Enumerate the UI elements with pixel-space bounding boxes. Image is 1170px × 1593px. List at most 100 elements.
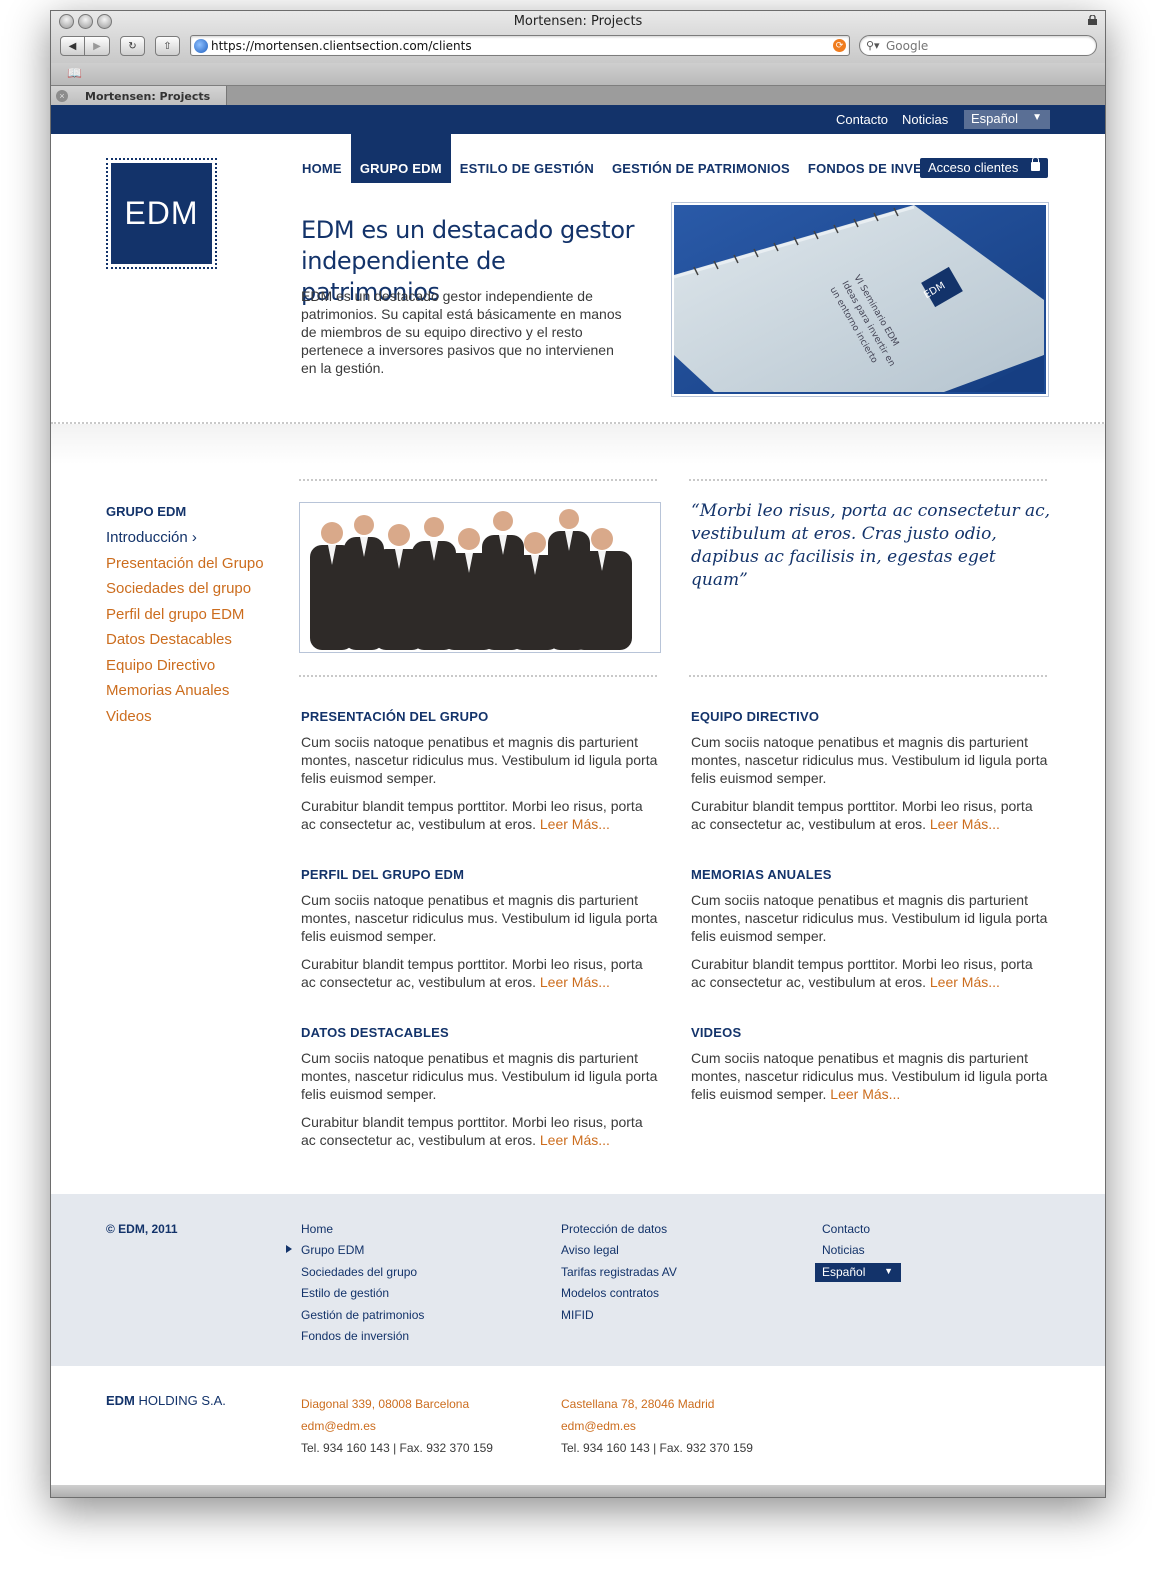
section-paragraph: Cum sociis natoque penatibus et magnis d… bbox=[301, 892, 658, 944]
brochure-illustration: EDM VI Seminario EDM Ideas para invertir… bbox=[674, 205, 1044, 392]
logo-text: EDM bbox=[111, 163, 212, 264]
section-datos: DATOS DESTACABLES Cum sociis natoque pen… bbox=[301, 1025, 661, 1159]
section-paragraph: Cum sociis natoque penatibus et magnis d… bbox=[301, 734, 658, 786]
office-phones: Tel. 934 160 143 | Fax. 932 370 159 bbox=[561, 1441, 753, 1455]
section-memorias: MEMORIAS ANUALES Cum sociis natoque pena… bbox=[691, 867, 1051, 1001]
holding-name: EDM HOLDING S.A. bbox=[106, 1393, 226, 1408]
section-perfil: PERFIL DEL GRUPO EDM Cum sociis natoque … bbox=[301, 867, 661, 1001]
footer-link-proteccion[interactable]: Protección de datos bbox=[561, 1222, 677, 1243]
footer-link-aviso[interactable]: Aviso legal bbox=[561, 1243, 677, 1264]
footer-link-grupo-edm[interactable]: Grupo EDM bbox=[285, 1243, 424, 1264]
bookmarks-bar: 📖 bbox=[51, 63, 1105, 85]
footer-link-mifid[interactable]: MIFID bbox=[561, 1308, 677, 1329]
section-presentacion: PRESENTACIÓN DEL GRUPO Cum sociis natoqu… bbox=[301, 709, 661, 843]
nav-gestion-de-patrimonios[interactable]: GESTIÓN DE PATRIMONIOS bbox=[603, 134, 799, 183]
back-button[interactable]: ◀ bbox=[60, 36, 85, 56]
section-paragraph: Cum sociis natoque penatibus et magnis d… bbox=[301, 1050, 658, 1102]
subnav-item-sociedades[interactable]: Sociedades del grupo bbox=[106, 580, 264, 606]
forward-button[interactable]: ▶ bbox=[85, 36, 110, 56]
section-title: VIDEOS bbox=[691, 1025, 742, 1040]
divider bbox=[689, 675, 1047, 677]
padlock-icon bbox=[1031, 157, 1040, 171]
footer-link-contacto[interactable]: Contacto bbox=[822, 1222, 870, 1243]
main-navigation: HOME GRUPO EDM ESTILO DE GESTIÓN GESTIÓN… bbox=[293, 134, 973, 183]
footer-addresses: EDM HOLDING S.A. Diagonal 339, 08008 Bar… bbox=[51, 1366, 1105, 1497]
office-barcelona: Diagonal 339, 08008 Barcelona edm@edm.es… bbox=[301, 1393, 493, 1459]
topbar-noticias-link[interactable]: Noticias bbox=[902, 112, 948, 127]
language-value: Español bbox=[971, 111, 1018, 126]
footer-link-fondos[interactable]: Fondos de inversión bbox=[301, 1329, 424, 1350]
subnav-title: GRUPO EDM bbox=[106, 504, 187, 519]
browser-tab[interactable]: × Mortensen: Projects bbox=[51, 86, 227, 106]
section-equipo: EQUIPO DIRECTIVO Cum sociis natoque pena… bbox=[691, 709, 1051, 843]
footer-link-tarifas[interactable]: Tarifas registradas AV bbox=[561, 1265, 677, 1286]
section-paragraph: Curabitur blandit tempus porttitor. Morb… bbox=[301, 798, 643, 832]
read-more-link[interactable]: Leer Más... bbox=[830, 1086, 900, 1102]
subnav-item-presentacion[interactable]: Presentación del Grupo bbox=[106, 555, 264, 581]
executive-team-illustration bbox=[310, 509, 632, 650]
shadow-band bbox=[51, 424, 1105, 464]
footer-link-noticias[interactable]: Noticias bbox=[822, 1243, 870, 1264]
section-subnav: Introducción › Presentación del Grupo So… bbox=[106, 529, 264, 733]
office-email-link[interactable]: edm@edm.es bbox=[301, 1415, 493, 1437]
section-paragraph: Cum sociis natoque penatibus et magnis d… bbox=[691, 892, 1048, 944]
office-madrid: Castellana 78, 28046 Madrid edm@edm.es T… bbox=[561, 1393, 753, 1459]
divider bbox=[689, 479, 1047, 481]
footer-column-site: Home Grupo EDM Sociedades del grupo Esti… bbox=[285, 1222, 424, 1350]
bookmarks-icon[interactable]: 📖 bbox=[67, 66, 82, 80]
search-field[interactable]: ⚲▾ bbox=[859, 35, 1097, 56]
section-title: MEMORIAS ANUALES bbox=[691, 867, 832, 882]
read-more-link[interactable]: Leer Más... bbox=[540, 816, 610, 832]
footer-column-legal: Protección de datos Aviso legal Tarifas … bbox=[561, 1222, 677, 1329]
nav-estilo-de-gestion[interactable]: ESTILO DE GESTIÓN bbox=[451, 134, 603, 183]
footer-language-value: Español bbox=[822, 1265, 866, 1279]
reload-button[interactable]: ↻ bbox=[120, 36, 145, 56]
subnav-item-perfil[interactable]: Perfil del grupo EDM bbox=[106, 606, 264, 632]
footer-language-select[interactable]: Español ▼ bbox=[815, 1263, 901, 1282]
pull-quote: “Morbi leo risus, porta ac consectetur a… bbox=[691, 501, 1051, 590]
read-more-link[interactable]: Leer Más... bbox=[540, 974, 610, 990]
section-paragraph: Curabitur blandit tempus porttitor. Morb… bbox=[301, 1114, 643, 1148]
divider bbox=[299, 675, 657, 677]
read-more-link[interactable]: Leer Más... bbox=[540, 1132, 610, 1148]
rss-icon[interactable]: ⟳ bbox=[833, 39, 846, 52]
utility-bar: Contacto Noticias Español ▼ bbox=[51, 105, 1105, 134]
section-videos: VIDEOS Cum sociis natoque penatibus et m… bbox=[691, 1025, 1051, 1113]
footer-link-sociedades[interactable]: Sociedades del grupo bbox=[301, 1265, 424, 1286]
client-access-button[interactable]: Acceso clientes bbox=[920, 157, 1048, 178]
subnav-item-videos[interactable]: Videos bbox=[106, 708, 264, 734]
chevron-down-icon: ▼ bbox=[1032, 112, 1042, 123]
web-page: Contacto Noticias Español ▼ EDM HOME GRU… bbox=[51, 105, 1105, 1497]
lock-icon bbox=[1088, 15, 1097, 25]
search-input[interactable] bbox=[886, 38, 1086, 53]
footer-link-home[interactable]: Home bbox=[301, 1222, 424, 1243]
section-title: DATOS DESTACABLES bbox=[301, 1025, 449, 1040]
close-tab-icon[interactable]: × bbox=[56, 90, 68, 102]
footer-link-estilo[interactable]: Estilo de gestión bbox=[301, 1286, 424, 1307]
read-more-link[interactable]: Leer Más... bbox=[930, 974, 1000, 990]
read-more-link[interactable]: Leer Más... bbox=[930, 816, 1000, 832]
language-select[interactable]: Español ▼ bbox=[964, 110, 1050, 129]
section-paragraph: Cum sociis natoque penatibus et magnis d… bbox=[691, 734, 1048, 786]
edm-logo[interactable]: EDM bbox=[106, 158, 217, 269]
client-access-label: Acceso clientes bbox=[928, 160, 1019, 175]
home-button[interactable]: ⇧ bbox=[155, 36, 180, 56]
window-title: Mortensen: Projects bbox=[513, 14, 643, 29]
subnav-item-memorias[interactable]: Memorias Anuales bbox=[106, 682, 264, 708]
subnav-item-datos[interactable]: Datos Destacables bbox=[106, 631, 264, 657]
footer-link-gestion[interactable]: Gestión de patrimonios bbox=[301, 1308, 424, 1329]
office-email-link[interactable]: edm@edm.es bbox=[561, 1415, 753, 1437]
subnav-item-equipo[interactable]: Equipo Directivo bbox=[106, 657, 264, 683]
nav-home[interactable]: HOME bbox=[293, 134, 351, 183]
divider bbox=[299, 479, 657, 481]
search-icon: ⚲▾ bbox=[866, 40, 880, 52]
browser-window: Mortensen: Projects ◀ ▶ ↻ ⇧ https://mort… bbox=[50, 10, 1106, 1498]
footer-link-modelos[interactable]: Modelos contratos bbox=[561, 1286, 677, 1307]
tab-bar: × Mortensen: Projects bbox=[51, 85, 1105, 106]
section-title: PRESENTACIÓN DEL GRUPO bbox=[301, 709, 489, 724]
address-bar[interactable]: https://mortensen.clientsection.com/clie… bbox=[190, 35, 850, 56]
nav-grupo-edm[interactable]: GRUPO EDM bbox=[350, 134, 451, 183]
url-text: https://mortensen.clientsection.com/clie… bbox=[211, 39, 472, 53]
topbar-contacto-link[interactable]: Contacto bbox=[836, 112, 888, 127]
subnav-item-introduccion[interactable]: Introducción › bbox=[106, 529, 264, 555]
